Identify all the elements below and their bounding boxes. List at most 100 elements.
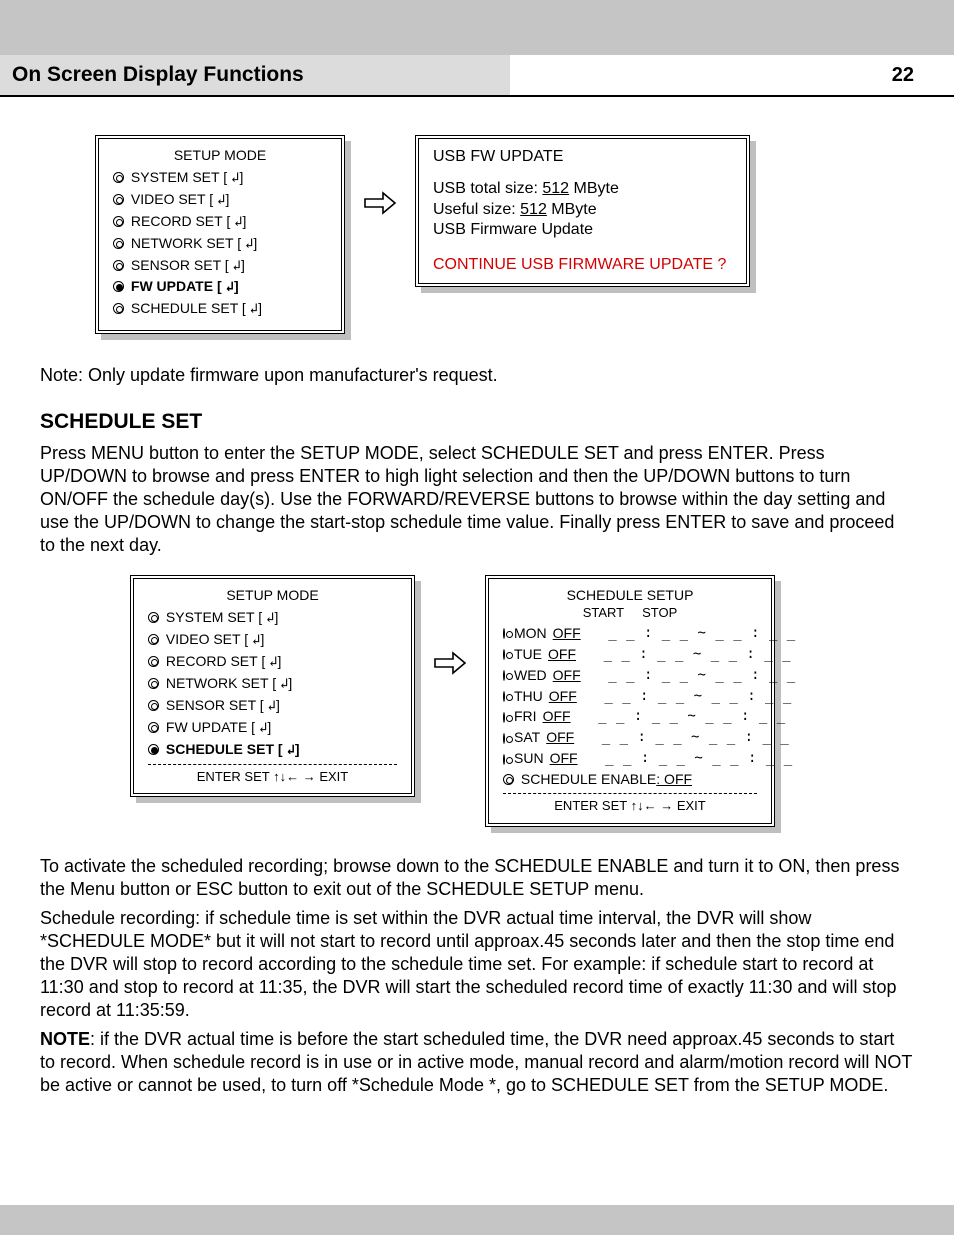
day-label: WED	[514, 667, 547, 685]
menu-item: SENSOR SET [ ↲]	[113, 257, 327, 276]
firmware-note: Note: Only update firmware upon manufact…	[40, 364, 914, 387]
bullet-icon	[148, 700, 159, 711]
menu-item: VIDEO SET [ ↲]	[113, 191, 327, 210]
menu-item: SYSTEM SET [ ↲]	[148, 609, 397, 628]
page-header: On Screen Display Functions 22	[0, 55, 954, 97]
schedule-set-heading: SCHEDULE SET	[40, 409, 914, 436]
arrow-right-icon	[363, 190, 397, 216]
day-time: _ _ : _ _ ~ _ _ : _ _	[604, 646, 792, 664]
bullet-icon	[503, 628, 505, 639]
bullet-icon	[113, 238, 124, 249]
day-state: OFF	[548, 646, 576, 664]
usb-useful-value: 512	[520, 201, 547, 218]
menu-item: RECORD SET [ ↲]	[148, 653, 397, 672]
bullet-icon	[503, 774, 514, 785]
bullet-icon	[148, 656, 159, 667]
schedule-day-row: WED OFF _ _ : _ _ ~ _ _ : _ _	[503, 667, 757, 685]
day-label: SUN	[514, 750, 544, 768]
bullet-icon	[148, 722, 159, 733]
usb-fw-line: USB Firmware Update	[433, 220, 732, 240]
schedule-enable-row: SCHEDULE ENABLE: OFF	[503, 771, 757, 789]
usb-total-size: USB total size: 512 MByte	[433, 179, 732, 199]
day-label: SAT	[514, 729, 540, 747]
day-time: _ _ : _ _ ~ _ _ : _ _	[604, 688, 792, 706]
schedule-enable-value: : OFF	[656, 771, 692, 787]
menu-item: SCHEDULE SET [ ↲]	[113, 300, 327, 319]
bullet-icon	[113, 303, 124, 314]
schedule-row: SETUP MODE SYSTEM SET [ ↲] VIDEO SET [ ↲…	[40, 575, 914, 826]
schedule-day-row: MON OFF _ _ : _ _ ~ _ _ : _ _	[503, 625, 757, 643]
bullet-icon	[113, 216, 124, 227]
usb-title: USB FW UPDATE	[433, 147, 732, 167]
bullet-icon	[503, 691, 505, 702]
schedule-set-para: Press MENU button to enter the SETUP MOD…	[40, 442, 914, 557]
bullet-icon	[148, 634, 159, 645]
bullet-icon	[503, 649, 505, 660]
arrow-right-icon	[433, 650, 467, 676]
bullet-icon	[113, 281, 124, 292]
usb-total-unit: MByte	[569, 180, 619, 197]
col-start: START	[583, 605, 624, 622]
usb-useful-label: Useful size:	[433, 201, 520, 218]
schedule-day-row: FRI OFF _ _ : _ _ ~ _ _ : _ _	[503, 708, 757, 726]
day-label: THU	[514, 688, 543, 706]
setup-footer: ENTER SET ↑↓← → EXIT	[148, 769, 397, 786]
note-body: : if the DVR actual time is before the s…	[40, 1029, 912, 1095]
bullet-icon	[148, 744, 159, 755]
day-time: _ _ : _ _ ~ _ _ : _ _	[608, 625, 796, 643]
menu-item: SENSOR SET [ ↲]	[148, 697, 397, 716]
bullet-icon	[113, 194, 124, 205]
bullet-icon	[148, 612, 159, 623]
activate-para: To activate the scheduled recording; bro…	[40, 855, 914, 901]
schedule-enable-label: SCHEDULE ENABLE	[521, 771, 656, 787]
day-state: OFF	[553, 625, 581, 643]
menu-item: NETWORK SET [ ↲]	[113, 235, 327, 254]
divider	[503, 793, 757, 794]
day-state: OFF	[550, 750, 578, 768]
bullet-icon	[503, 754, 505, 765]
bottom-grey-bar	[0, 1205, 954, 1235]
menu-item: FW UPDATE [ ↲]	[148, 719, 397, 738]
usb-useful-size: Useful size: 512 MByte	[433, 200, 732, 220]
bullet-icon	[113, 172, 124, 183]
note-para: NOTE: if the DVR actual time is before t…	[40, 1028, 914, 1097]
day-time: _ _ : _ _ ~ _ _ : _ _	[605, 750, 793, 768]
setup-mode-title-2: SETUP MODE	[148, 587, 397, 605]
schedule-day-row: TUE OFF _ _ : _ _ ~ _ _ : _ _	[503, 646, 757, 664]
schedule-recording-para: Schedule recording: if schedule time is …	[40, 907, 914, 1022]
schedule-setup-box: SCHEDULE SETUP START STOP MON OFF _ _ : …	[485, 575, 775, 826]
page-title: On Screen Display Functions	[0, 55, 510, 95]
day-state: OFF	[543, 708, 571, 726]
usb-total-label: USB total size:	[433, 180, 542, 197]
top-grey-bar	[0, 0, 954, 55]
schedule-day-row: SUN OFF _ _ : _ _ ~ _ _ : _ _	[503, 750, 757, 768]
setup-mode-title: SETUP MODE	[113, 147, 327, 165]
day-state: OFF	[549, 688, 577, 706]
note-label: NOTE	[40, 1029, 90, 1049]
setup-mode-box-1: SETUP MODE SYSTEM SET [ ↲] VIDEO SET [ ↲…	[95, 135, 345, 334]
menu-item: SCHEDULE SET [ ↲]	[148, 741, 397, 760]
schedule-title: SCHEDULE SETUP	[503, 587, 757, 605]
day-time: _ _ : _ _ ~ _ _ : _ _	[598, 708, 786, 726]
menu-item: RECORD SET [ ↲]	[113, 213, 327, 232]
menu-item: FW UPDATE [ ↲]	[113, 278, 327, 297]
day-time: _ _ : _ _ ~ _ _ : _ _	[608, 667, 796, 685]
menu-item: VIDEO SET [ ↲]	[148, 631, 397, 650]
usb-useful-unit: MByte	[547, 201, 597, 218]
col-stop: STOP	[642, 605, 677, 622]
usb-continue-prompt: CONTINUE USB FIRMWARE UPDATE ?	[433, 255, 732, 275]
day-label: FRI	[514, 708, 537, 726]
bullet-icon	[113, 260, 124, 271]
day-label: MON	[514, 625, 547, 643]
setup-mode-box-2: SETUP MODE SYSTEM SET [ ↲] VIDEO SET [ ↲…	[130, 575, 415, 797]
bullet-icon	[503, 670, 505, 681]
usb-total-value: 512	[542, 180, 569, 197]
schedule-columns: START STOP	[503, 605, 757, 622]
bullet-icon	[503, 733, 505, 744]
bullet-icon	[148, 678, 159, 689]
day-time: _ _ : _ _ ~ _ _ : _ _	[602, 729, 790, 747]
day-label: TUE	[514, 646, 542, 664]
divider	[148, 764, 397, 765]
bullet-icon	[503, 712, 505, 723]
day-state: OFF	[553, 667, 581, 685]
